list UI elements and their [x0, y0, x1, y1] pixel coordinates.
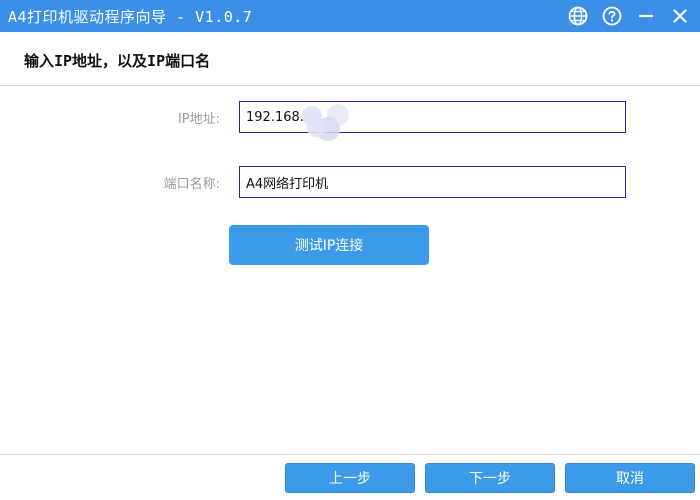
close-icon[interactable] [668, 4, 692, 28]
next-step-button[interactable]: 下一步 [425, 463, 555, 493]
help-icon[interactable] [600, 4, 624, 28]
ip-address-label: IP地址: [177, 112, 220, 127]
title-bar-controls [566, 4, 692, 28]
port-name-label: 端口名称: [163, 177, 220, 192]
footer-divider [0, 454, 700, 455]
globe-icon[interactable] [566, 4, 590, 28]
port-name-row: 端口名称: [0, 166, 700, 198]
minimize-icon[interactable] [634, 4, 658, 28]
window-title: A4打印机驱动程序向导 - V1.0.7 [8, 8, 253, 26]
ip-address-row: IP地址: [0, 101, 700, 133]
title-bar: A4打印机驱动程序向导 - V1.0.7 [0, 0, 700, 32]
cancel-button[interactable]: 取消 [565, 463, 695, 493]
step-heading: 输入IP地址，以及IP端口名 [24, 52, 211, 70]
ip-address-input[interactable] [239, 101, 626, 133]
test-ip-connection-button[interactable]: 测试IP连接 [229, 225, 429, 265]
step-header: 输入IP地址，以及IP端口名 [0, 32, 700, 86]
port-name-input[interactable] [239, 166, 626, 198]
previous-step-button[interactable]: 上一步 [285, 463, 415, 493]
